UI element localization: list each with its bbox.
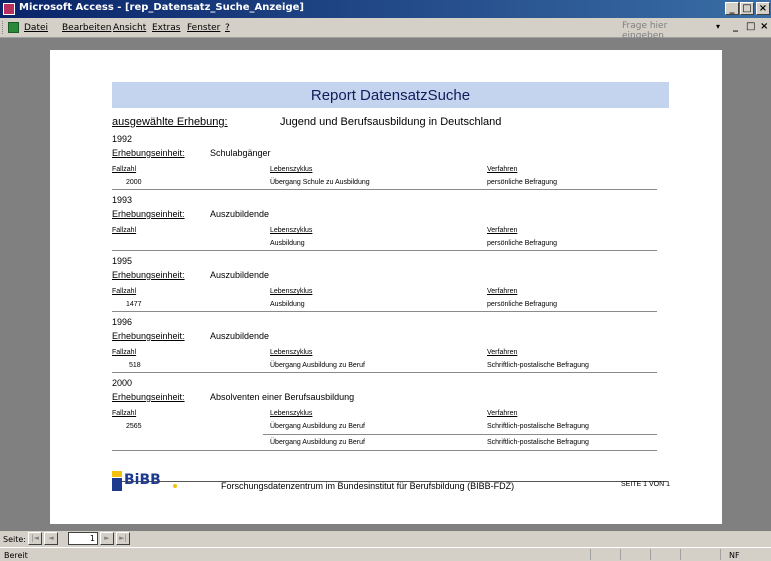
row-verfahren: Schriftlich-postalische Befragung bbox=[487, 362, 589, 369]
menu-help[interactable]: ? bbox=[225, 23, 230, 33]
footer-page-info: SEITE 1 VON 1 bbox=[621, 481, 671, 488]
group-year: 1996 bbox=[112, 317, 133, 327]
col-header-lebenszyklus: Lebenszyklus bbox=[270, 227, 313, 234]
window-title: Microsoft Access - [rep_Datensatz_Suche_… bbox=[19, 2, 304, 13]
row-verfahren: persönliche Befragung bbox=[487, 301, 558, 308]
toolbar-grip-handle[interactable] bbox=[2, 21, 6, 34]
col-header-lebenszyklus: Lebenszyklus bbox=[270, 166, 313, 173]
row-divider bbox=[112, 311, 657, 312]
row-fallzahl: 2565 bbox=[126, 423, 142, 430]
einheit-value: Auszubildende bbox=[210, 331, 270, 341]
report-preview-area: Report DatensatzSuche ausgewählte Erhebu… bbox=[0, 38, 771, 531]
einheit-value: Auszubildende bbox=[210, 209, 270, 219]
group-year: 1995 bbox=[112, 256, 133, 266]
col-header-verfahren: Verfahren bbox=[487, 410, 518, 417]
page-label: Seite: bbox=[3, 535, 26, 544]
col-header-lebenszyklus: Lebenszyklus bbox=[270, 349, 313, 356]
col-header-verfahren: Verfahren bbox=[487, 227, 518, 234]
group-year: 2000 bbox=[112, 378, 133, 388]
mdi-minimize-button[interactable]: _ bbox=[733, 21, 738, 32]
bibb-logo-mark bbox=[112, 471, 122, 491]
col-header-verfahren: Verfahren bbox=[487, 166, 518, 173]
col-header-fallzahl: Fallzahl bbox=[112, 288, 137, 295]
maximize-button[interactable]: □ bbox=[740, 2, 754, 15]
menu-bearbeiten[interactable]: Bearbeiten bbox=[62, 23, 111, 33]
access-app-icon[interactable] bbox=[3, 3, 15, 15]
help-dropdown-arrow-icon[interactable]: ▾ bbox=[716, 22, 720, 31]
mdi-restore-button[interactable]: □ bbox=[746, 21, 755, 32]
row-lebenszyklus: Ausbildung bbox=[270, 240, 305, 247]
status-separator bbox=[650, 549, 651, 560]
menu-ansicht[interactable]: Ansicht bbox=[113, 23, 146, 33]
row-divider bbox=[112, 250, 657, 251]
erhebung-label: ausgewählte Erhebung: bbox=[112, 116, 228, 128]
minimize-button[interactable]: _ bbox=[725, 2, 739, 15]
bibb-logo-text: BiBB bbox=[124, 472, 161, 488]
status-text: Bereit bbox=[4, 551, 28, 560]
row-fallzahl: 518 bbox=[129, 362, 141, 369]
row-verfahren: persönliche Befragung bbox=[487, 240, 558, 247]
row-divider bbox=[263, 434, 657, 435]
einheit-label: Erhebungseinheit: bbox=[112, 270, 185, 280]
record-navigation-bar: Seite: |◄ ◄ 1 ► ►| bbox=[0, 531, 771, 547]
einheit-label: Erhebungseinheit: bbox=[112, 209, 185, 219]
row-fallzahl: 2000 bbox=[126, 179, 142, 186]
status-separator bbox=[680, 549, 681, 560]
mdi-close-button[interactable]: × bbox=[760, 21, 768, 32]
einheit-value: Schulabgänger bbox=[210, 148, 271, 158]
footer-institution: Forschungsdatenzentrum im Bundesinstitut… bbox=[221, 481, 515, 491]
status-bar: Bereit NF bbox=[0, 547, 771, 561]
status-separator bbox=[720, 549, 721, 560]
col-header-fallzahl: Fallzahl bbox=[112, 410, 137, 417]
group-year: 1992 bbox=[112, 134, 133, 144]
einheit-label: Erhebungseinheit: bbox=[112, 148, 185, 158]
menu-extras[interactable]: Extras bbox=[152, 23, 180, 33]
row-verfahren: Schriftlich-postalische Befragung bbox=[487, 439, 589, 446]
row-fallzahl: 1477 bbox=[126, 301, 142, 308]
row-verfahren: Schriftlich-postalische Befragung bbox=[487, 423, 589, 430]
row-lebenszyklus: Ausbildung bbox=[270, 301, 305, 308]
menu-bar: Datei Bearbeiten Ansicht Extras Fenster … bbox=[0, 18, 771, 41]
row-divider bbox=[112, 189, 657, 190]
einheit-value: Absolventen einer Berufsausbildung bbox=[210, 392, 355, 402]
col-header-verfahren: Verfahren bbox=[487, 349, 518, 356]
last-page-button[interactable]: ►| bbox=[116, 532, 130, 545]
report-title-banner: Report DatensatzSuche bbox=[112, 82, 669, 108]
prev-page-button[interactable]: ◄ bbox=[44, 532, 58, 545]
row-verfahren: persönliche Befragung bbox=[487, 179, 558, 186]
einheit-value: Auszubildende bbox=[210, 270, 270, 280]
status-mode-indicator: NF bbox=[729, 551, 740, 560]
menu-datei[interactable]: Datei bbox=[24, 23, 48, 33]
col-header-lebenszyklus: Lebenszyklus bbox=[270, 410, 313, 417]
first-page-button[interactable]: |◄ bbox=[28, 532, 42, 545]
status-separator bbox=[590, 549, 591, 560]
title-bar: Microsoft Access - [rep_Datensatz_Suche_… bbox=[0, 0, 771, 18]
einheit-label: Erhebungseinheit: bbox=[112, 331, 185, 341]
next-page-button[interactable]: ► bbox=[100, 532, 114, 545]
row-lebenszyklus: Übergang Ausbildung zu Beruf bbox=[270, 439, 365, 446]
menu-fenster[interactable]: Fenster bbox=[187, 23, 220, 33]
bibb-logo-dot bbox=[173, 484, 177, 488]
report-title: Report DatensatzSuche bbox=[310, 87, 471, 104]
col-header-fallzahl: Fallzahl bbox=[112, 227, 137, 234]
row-divider bbox=[112, 450, 657, 451]
page-number-input[interactable]: 1 bbox=[68, 532, 98, 545]
close-button[interactable]: × bbox=[756, 2, 770, 15]
erhebung-value: Jugend und Berufsausbildung in Deutschla… bbox=[280, 116, 502, 128]
col-header-verfahren: Verfahren bbox=[487, 288, 518, 295]
row-lebenszyklus: Übergang Schule zu Ausbildung bbox=[270, 179, 370, 186]
status-separator bbox=[620, 549, 621, 560]
report-document-icon[interactable] bbox=[8, 22, 19, 33]
group-year: 1993 bbox=[112, 195, 133, 205]
row-divider bbox=[112, 372, 657, 373]
row-lebenszyklus: Übergang Ausbildung zu Beruf bbox=[270, 362, 365, 369]
col-header-fallzahl: Fallzahl bbox=[112, 166, 137, 173]
report-page: Report DatensatzSuche ausgewählte Erhebu… bbox=[50, 50, 722, 524]
col-header-lebenszyklus: Lebenszyklus bbox=[270, 288, 313, 295]
col-header-fallzahl: Fallzahl bbox=[112, 349, 137, 356]
einheit-label: Erhebungseinheit: bbox=[112, 392, 185, 402]
help-search-input[interactable]: Frage hier eingeben bbox=[622, 21, 712, 41]
row-lebenszyklus: Übergang Ausbildung zu Beruf bbox=[270, 423, 365, 430]
